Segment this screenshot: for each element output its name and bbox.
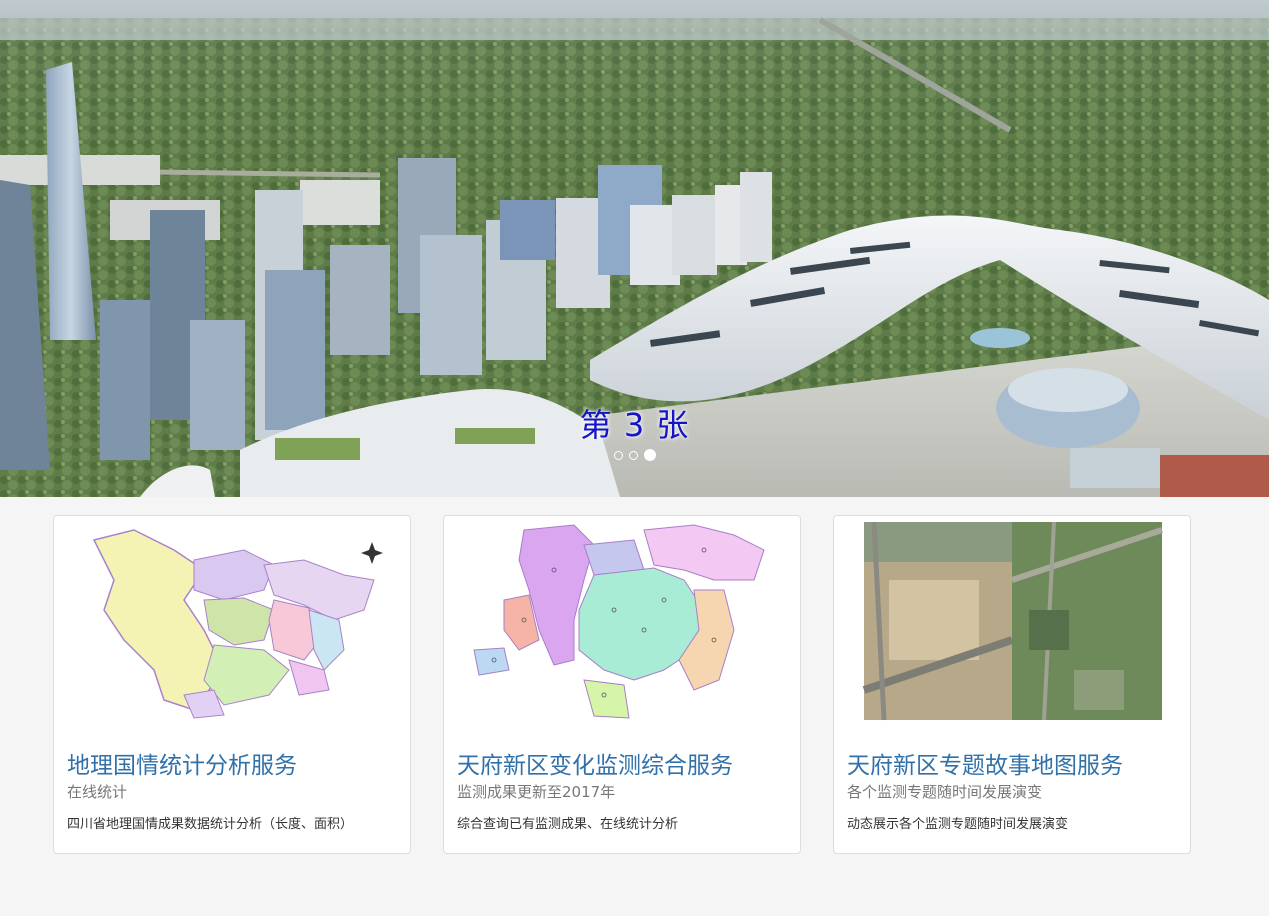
hero-carousel[interactable]: 第 3 张 (0, 0, 1269, 497)
carousel-dot-2[interactable] (628, 450, 638, 460)
satellite-comparison-image (854, 520, 1172, 722)
carousel-dot-1[interactable] (613, 450, 623, 460)
card-subtitle: 各个监测专题随时间发展演变 (847, 783, 1043, 801)
card-description: 动态展示各个监测专题随时间发展演变 (847, 817, 1069, 832)
card-subtitle: 在线统计 (67, 783, 128, 801)
card-subtitle: 监测成果更新至2017年 (457, 783, 616, 801)
service-card-change-monitoring[interactable]: 天府新区变化监测综合服务 监测成果更新至2017年 综合查询已有监测成果、在线统… (443, 515, 801, 854)
card-title[interactable]: 天府新区变化监测综合服务 (457, 746, 733, 780)
carousel-dot-3-active[interactable] (643, 449, 656, 461)
tianfu-district-map-image (464, 520, 782, 722)
card-title[interactable]: 天府新区专题故事地图服务 (847, 746, 1123, 780)
sichuan-province-map-image (74, 520, 392, 722)
card-description: 综合查询已有监测成果、在线统计分析 (457, 817, 679, 832)
carousel-indicators (0, 449, 1269, 461)
service-card-geo-statistics[interactable]: 地理国情统计分析服务 在线统计 四川省地理国情成果数据统计分析（长度、面积） (53, 515, 411, 854)
card-title[interactable]: 地理国情统计分析服务 (67, 746, 297, 780)
slide-caption: 第 3 张 (579, 406, 690, 444)
service-card-story-map[interactable]: 天府新区专题故事地图服务 各个监测专题随时间发展演变 动态展示各个监测专题随时间… (833, 515, 1191, 854)
card-description: 四川省地理国情成果数据统计分析（长度、面积） (67, 817, 354, 832)
